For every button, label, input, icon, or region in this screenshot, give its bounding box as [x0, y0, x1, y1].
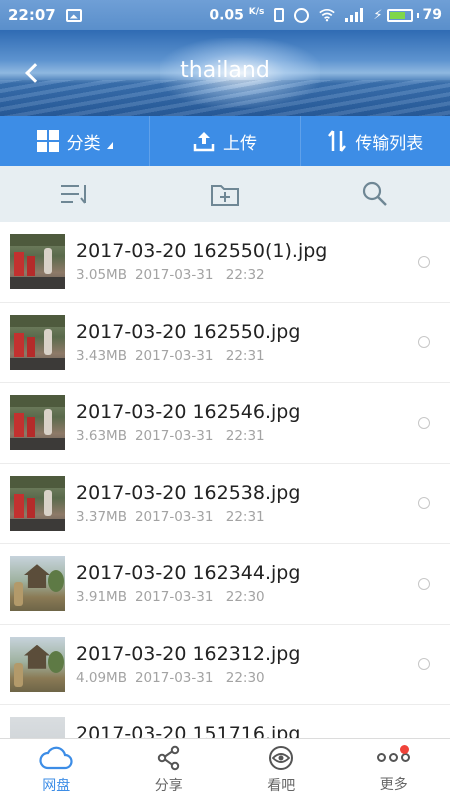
select-radio[interactable]	[418, 255, 430, 268]
notification-dot	[399, 745, 409, 754]
file-name: 2017-03-20 162538.jpg	[76, 481, 301, 504]
transfer-list-button[interactable]: 传输列表	[301, 116, 450, 166]
file-name: 2017-03-20 151716.jpg	[76, 723, 301, 738]
nav-label-netdisk: 网盘	[42, 777, 71, 794]
transfer-list-label: 传输列表	[355, 133, 424, 154]
upload-button[interactable]: 上传	[150, 116, 301, 166]
file-date: 2017-03-31	[134, 669, 214, 686]
nav-label-share: 分享	[154, 777, 183, 794]
signal-icon	[345, 8, 364, 22]
upload-icon	[193, 132, 215, 152]
add-folder-icon	[211, 185, 239, 206]
sort-button[interactable]	[0, 182, 150, 206]
new-folder-button[interactable]	[150, 181, 300, 207]
battery-percent: 79	[422, 7, 442, 23]
image-thumbnail	[10, 234, 65, 290]
file-row[interactable]: 2017-03-20 162344.jpg 3.91MB 2017-03-31 2…	[0, 544, 450, 625]
image-thumbnail	[10, 636, 65, 692]
file-row[interactable]: 2017-03-20 162312.jpg 4.09MB 2017-03-31 2…	[0, 625, 450, 705]
file-name: 2017-03-20 162344.jpg	[76, 562, 301, 585]
battery-fill	[389, 11, 406, 19]
file-name: 2017-03-20 162312.jpg	[76, 642, 301, 665]
file-size: 3.37MB	[76, 508, 127, 525]
status-time: 22:07	[8, 6, 56, 24]
file-toolbar	[0, 166, 450, 222]
file-date: 2017-03-31	[134, 428, 214, 445]
file-row[interactable]: 2017-03-20 162550.jpg 3.43MB 2017-03-31 2…	[0, 303, 450, 383]
search-icon	[362, 181, 387, 206]
battery-indicator: ⚡ 79	[373, 7, 442, 23]
upload-label: 上传	[222, 133, 257, 154]
image-notification-icon	[65, 8, 82, 22]
speed-value: 0.05	[209, 7, 244, 24]
file-size: 3.91MB	[76, 589, 127, 606]
search-button[interactable]	[300, 180, 450, 208]
grid-icon	[36, 130, 59, 152]
file-time: 22:31	[225, 347, 265, 364]
file-size: 3.63MB	[76, 428, 127, 445]
image-thumbnail	[10, 475, 65, 531]
file-name: 2017-03-20 162546.jpg	[76, 401, 301, 424]
header-banner: thailand	[0, 30, 450, 116]
file-name: 2017-03-20 162550.jpg	[76, 320, 301, 343]
image-thumbnail	[10, 556, 65, 612]
image-thumbnail	[10, 717, 65, 738]
wifi-icon	[319, 9, 336, 22]
nav-item-share[interactable]: 分享	[113, 739, 226, 800]
select-radio[interactable]	[418, 416, 430, 429]
select-radio[interactable]	[418, 577, 430, 590]
caret-icon	[106, 141, 113, 149]
file-size: 3.05MB	[76, 267, 127, 284]
cloud-icon	[39, 746, 73, 769]
file-size: 4.09MB	[76, 669, 127, 686]
file-row[interactable]: 2017-03-20 162546.jpg 3.63MB 2017-03-31 2…	[0, 383, 450, 464]
file-date: 2017-03-31	[134, 589, 214, 606]
bottom-nav: 网盘 分享 看吧 更多	[0, 738, 450, 800]
battery-icon	[386, 8, 413, 22]
file-date: 2017-03-31	[134, 267, 214, 284]
share-icon	[157, 745, 179, 770]
category-label: 分类	[66, 133, 101, 154]
file-time: 22:30	[225, 589, 265, 606]
charging-icon: ⚡	[373, 7, 383, 23]
nav-label-more: 更多	[379, 776, 408, 793]
file-time: 22:32	[225, 267, 265, 284]
file-row[interactable]: 2017-03-20 162550(1).jpg 3.05MB 2017-03-3…	[0, 222, 450, 303]
file-size: 3.43MB	[76, 347, 127, 364]
sort-icon	[61, 185, 86, 204]
transfer-icon	[328, 130, 347, 152]
file-date: 2017-03-31	[134, 508, 214, 525]
file-time: 22:31	[225, 508, 265, 525]
action-bar: 分类 上传 传输列表	[0, 116, 450, 166]
alarm-icon	[294, 7, 310, 23]
nav-item-netdisk[interactable]: 网盘	[0, 739, 113, 800]
nav-label-watch: 看吧	[267, 777, 296, 794]
file-date: 2017-03-31	[134, 347, 214, 364]
file-row[interactable]: 2017-03-20 162538.jpg 3.37MB 2017-03-31 2…	[0, 464, 450, 544]
category-button[interactable]: 分类	[0, 116, 151, 166]
status-indicators: 0.05 K/s ⚡ 79	[209, 7, 442, 24]
speed-unit: K/s	[248, 6, 265, 17]
image-thumbnail	[10, 314, 65, 370]
status-bar: 22:07 0.05 K/s ⚡ 79	[0, 0, 450, 30]
nav-item-more[interactable]: 更多	[338, 739, 450, 800]
file-name: 2017-03-20 162550(1).jpg	[76, 240, 328, 263]
file-time: 22:31	[225, 428, 265, 445]
nav-item-watch[interactable]: 看吧	[225, 739, 338, 800]
eye-icon	[269, 745, 294, 770]
file-row[interactable]: 2017-03-20 151716.jpg	[0, 705, 450, 738]
network-speed: 0.05 K/s	[209, 7, 264, 24]
file-time: 22:30	[225, 669, 265, 686]
file-list: 2017-03-20 162550(1).jpg 3.05MB 2017-03-3…	[0, 222, 450, 738]
page-title: thailand	[180, 58, 270, 83]
image-thumbnail	[10, 395, 65, 451]
vibrate-icon	[274, 8, 285, 22]
